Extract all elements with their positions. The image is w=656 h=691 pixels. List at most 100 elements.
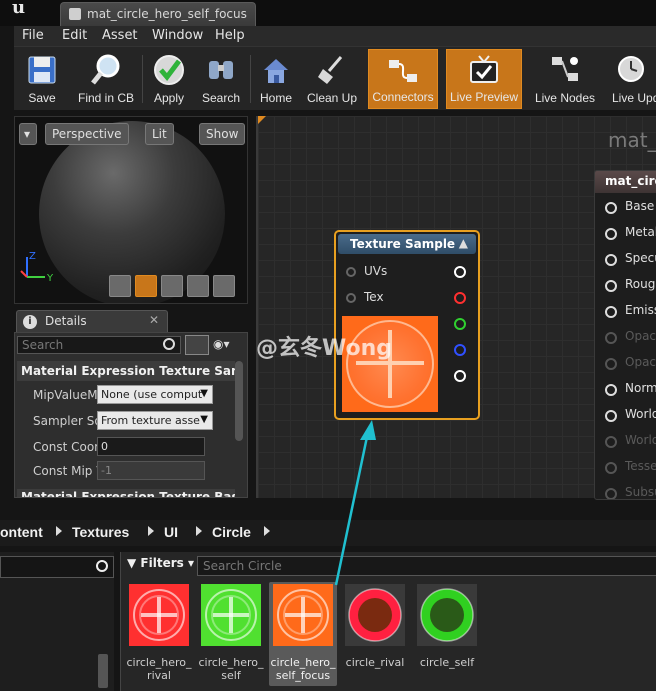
folder-scrollbar[interactable] bbox=[98, 654, 108, 688]
pin-label: Base C bbox=[625, 199, 656, 213]
menu-file[interactable]: File bbox=[22, 28, 44, 43]
property-matrix-button[interactable] bbox=[185, 335, 209, 355]
live-nodes-button[interactable]: Live Nodes bbox=[530, 49, 600, 109]
save-button[interactable]: Save bbox=[14, 49, 70, 109]
texture-thumbnail bbox=[345, 584, 405, 646]
live-update-button[interactable]: Live Upd bbox=[606, 49, 656, 109]
tv-icon bbox=[470, 55, 498, 83]
breadcrumb-ui[interactable]: UI bbox=[164, 524, 178, 540]
cube-preview-icon[interactable] bbox=[187, 275, 209, 297]
pin-label: World bbox=[625, 433, 656, 447]
perspective-label: Perspective bbox=[52, 127, 122, 141]
breadcrumb-textures[interactable]: Textures bbox=[72, 524, 129, 540]
asset-tile[interactable]: circle_hero_ rival bbox=[125, 582, 193, 686]
info-icon: i bbox=[23, 315, 37, 329]
find-in-cb-button[interactable]: Find in CB bbox=[72, 49, 140, 109]
teapot-preview-icon[interactable] bbox=[213, 275, 235, 297]
result-node-title: mat_circ bbox=[605, 174, 656, 188]
document-tab[interactable]: mat_circle_hero_self_focus bbox=[60, 2, 256, 26]
asset-search-input[interactable]: Search Circle bbox=[197, 556, 656, 576]
menu-asset[interactable]: Asset bbox=[102, 28, 138, 43]
pin-icon bbox=[605, 410, 617, 422]
chevron-right-icon bbox=[56, 526, 62, 536]
asset-view: ▼ Filters ▾ Search Circle circle_hero_ r… bbox=[120, 552, 656, 691]
filters-button[interactable]: ▼ Filters ▾ bbox=[127, 556, 195, 576]
rgb-output-pin[interactable] bbox=[454, 266, 466, 278]
pin-label: Norma bbox=[625, 381, 656, 395]
pin-label: Subsu bbox=[625, 485, 656, 499]
search-label: Search bbox=[201, 91, 241, 105]
property-label: MipValueM bbox=[33, 388, 98, 402]
asset-tile[interactable]: circle_hero_ self bbox=[197, 582, 265, 686]
input-value: -1 bbox=[101, 464, 112, 477]
find-in-cb-label: Find in CB bbox=[77, 91, 135, 105]
alpha-output-pin[interactable] bbox=[454, 370, 466, 382]
green-output-pin[interactable] bbox=[454, 318, 466, 330]
breadcrumb-content[interactable]: ontent bbox=[0, 524, 43, 540]
close-icon[interactable]: ✕ bbox=[149, 313, 159, 327]
clean-up-label: Clean Up bbox=[306, 91, 358, 105]
filter-icon: ▼ bbox=[127, 556, 137, 570]
search-button[interactable]: Search bbox=[196, 49, 246, 109]
chevron-down-icon: ▼ bbox=[200, 414, 208, 425]
texture-sample-section-header[interactable]: Material Expression Texture Samp bbox=[17, 361, 235, 381]
eye-icon[interactable]: ◉▾ bbox=[213, 337, 230, 351]
result-node-header: mat_circ bbox=[595, 171, 656, 193]
menu-edit[interactable]: Edit bbox=[62, 28, 87, 43]
cylinder-preview-icon[interactable] bbox=[109, 275, 131, 297]
live-preview-button[interactable]: Live Preview bbox=[446, 49, 522, 109]
save-label: Save bbox=[28, 91, 56, 105]
menu-help[interactable]: Help bbox=[215, 28, 245, 43]
connectors-button[interactable]: Connectors bbox=[368, 49, 438, 109]
axis-gizmo-icon: Z Y bbox=[20, 251, 54, 283]
property-row: Sampler So From texture asse ▼ bbox=[17, 409, 235, 433]
const-coordinate-input[interactable]: 0 bbox=[97, 437, 205, 456]
asset-tile[interactable]: circle_hero_ self_focus bbox=[269, 582, 337, 686]
blue-output-pin[interactable] bbox=[454, 344, 466, 356]
viewport-options-dropdown[interactable]: ▾ bbox=[19, 123, 37, 145]
show-dropdown[interactable]: Show bbox=[199, 123, 246, 145]
watermark-text: @玄冬Wong bbox=[256, 336, 393, 361]
material-icon bbox=[69, 8, 81, 20]
menu-window[interactable]: Window bbox=[152, 28, 203, 43]
mip-value-mode-dropdown[interactable]: None (use comput ▼ bbox=[97, 385, 213, 404]
texture-thumbnail bbox=[273, 584, 333, 646]
breadcrumb-circle[interactable]: Circle bbox=[212, 524, 251, 540]
pin-icon bbox=[605, 358, 617, 370]
asset-tile[interactable]: circle_rival bbox=[341, 582, 409, 686]
chevron-down-icon: ▼ bbox=[200, 388, 208, 399]
pin-label: Opaci bbox=[625, 329, 656, 343]
texture-sample-node[interactable]: Texture Sample ▲ UVs Tex bbox=[334, 230, 480, 420]
connectors-icon bbox=[389, 60, 417, 82]
pin-icon bbox=[605, 228, 617, 240]
details-search-input[interactable]: Search bbox=[17, 336, 181, 354]
property-label: Const Mip V bbox=[33, 464, 105, 478]
collapse-icon[interactable]: ▲ bbox=[459, 236, 468, 250]
perspective-dropdown[interactable]: Perspective bbox=[45, 123, 129, 145]
sampler-source-dropdown[interactable]: From texture asse ▼ bbox=[97, 411, 213, 430]
apply-button[interactable]: Apply bbox=[144, 49, 194, 109]
red-output-pin[interactable] bbox=[454, 292, 466, 304]
clean-up-button[interactable]: Clean Up bbox=[304, 49, 360, 109]
pin-label: Emiss bbox=[625, 303, 656, 317]
pin-label: Tesse bbox=[625, 459, 656, 473]
texture-base-section-header[interactable]: Material Expression Texture Base bbox=[17, 489, 235, 497]
dropdown-value: None (use comput bbox=[101, 388, 203, 401]
details-scrollbar[interactable] bbox=[235, 361, 243, 441]
sphere-preview-icon[interactable] bbox=[135, 275, 157, 297]
lit-dropdown[interactable]: Lit bbox=[145, 123, 174, 145]
preview-viewport[interactable]: ▾ Perspective Lit Show Z Y bbox=[14, 116, 248, 304]
property-row: Const Mip V -1 bbox=[17, 459, 235, 483]
chevron-right-icon bbox=[148, 526, 154, 536]
lit-label: Lit bbox=[152, 127, 167, 141]
home-button[interactable]: Home bbox=[254, 49, 298, 109]
floppy-icon bbox=[28, 56, 56, 84]
plane-preview-icon[interactable] bbox=[161, 275, 183, 297]
const-mip-value-input[interactable]: -1 bbox=[97, 461, 205, 480]
material-result-node[interactable]: mat_circ Base C Metall Specu Rough Emiss Opac… bbox=[594, 170, 656, 500]
details-tab[interactable]: i Details ✕ bbox=[16, 310, 168, 332]
asset-tile[interactable]: circle_self bbox=[413, 582, 481, 686]
breadcrumb: ontent Textures UI Circle bbox=[0, 520, 656, 546]
pin-label: UVs bbox=[364, 264, 388, 278]
graph-watermark-title: mat_c bbox=[608, 128, 656, 152]
